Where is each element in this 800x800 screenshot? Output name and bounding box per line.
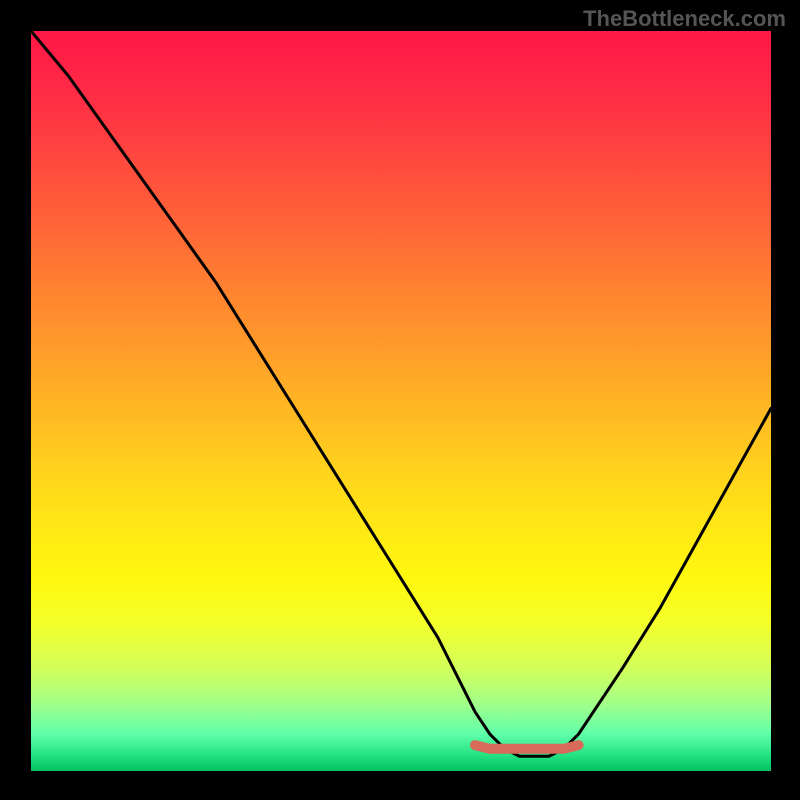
- bottleneck-curve-line: [31, 31, 771, 756]
- chart-svg: [31, 31, 771, 771]
- optimal-range-marker-line: [475, 745, 579, 749]
- attribution-text: TheBottleneck.com: [583, 6, 786, 32]
- chart-plot-area: [31, 31, 771, 771]
